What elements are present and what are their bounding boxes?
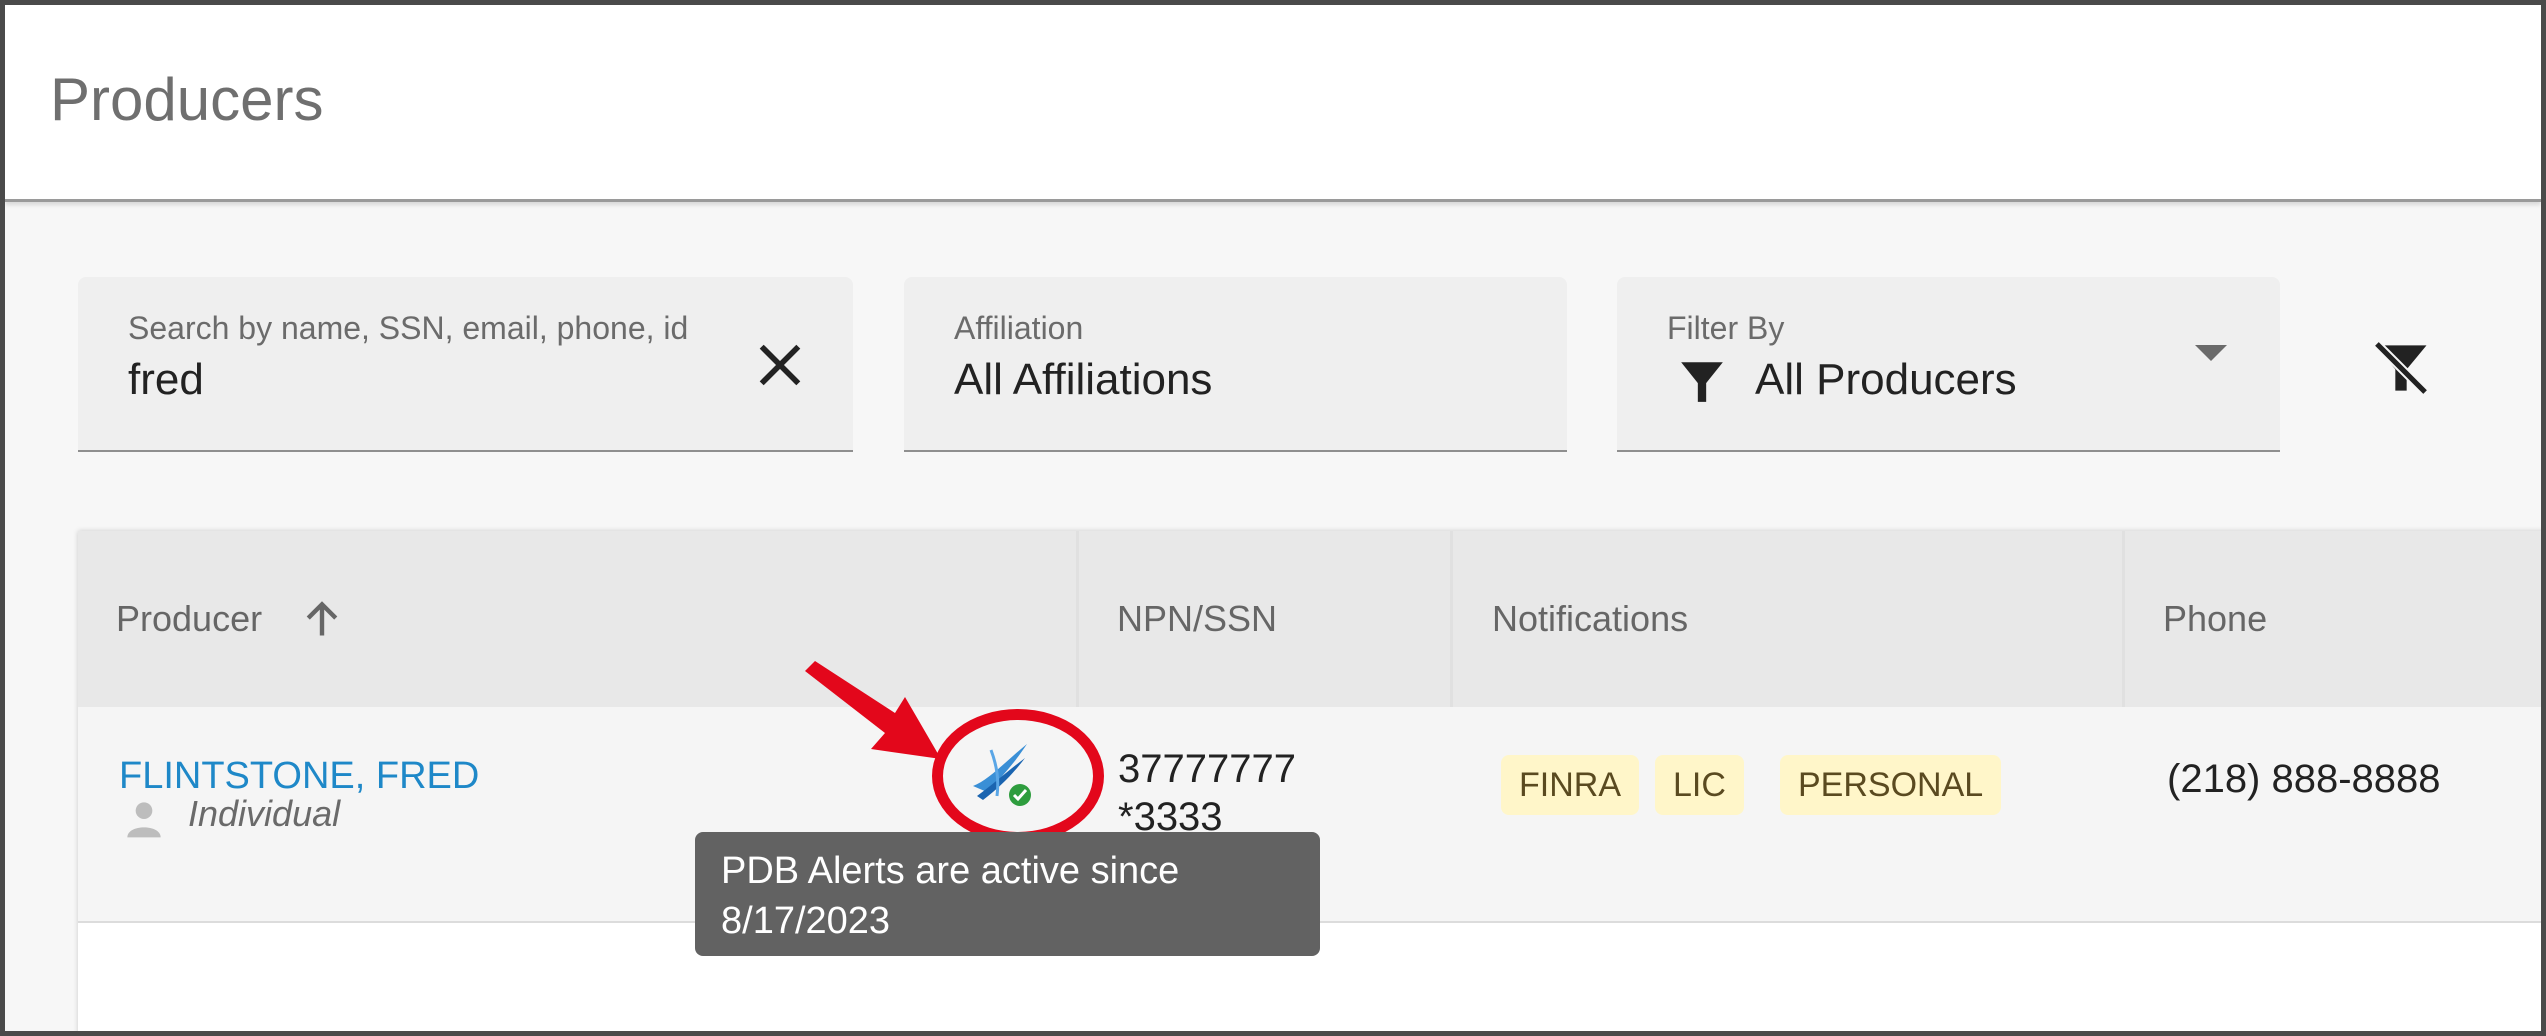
page-title: Producers <box>50 66 324 133</box>
arrow-icon <box>805 661 941 759</box>
tooltip-line: PDB Alerts are active since <box>721 850 1180 892</box>
funnel-icon <box>1681 362 1723 402</box>
filter-value: All Producers <box>1755 355 2017 404</box>
notification-badge: FINRA <box>1501 755 1639 815</box>
producer-type: Individual <box>188 793 341 834</box>
tooltip-line: 8/17/2023 <box>721 900 891 942</box>
notification-badge: PERSONAL <box>1780 755 2002 815</box>
chevron-down-icon[interactable] <box>2195 345 2227 361</box>
app-window: Producers Search by name, SSN, email, ph… <box>0 0 2546 1036</box>
phone-value: (218) 888-8888 <box>2167 757 2441 801</box>
highlight-ring <box>932 709 1104 843</box>
column-header-producer[interactable]: Producer <box>116 531 262 707</box>
filter-select[interactable]: Filter By All Producers <box>1617 277 2280 452</box>
page-header: Producers <box>5 5 2541 202</box>
search-label: Search by name, SSN, email, phone, id <box>128 310 689 346</box>
notification-badge: LIC <box>1655 755 1744 815</box>
producers-table: Producer NPN/SSN Notifications Phone FLI… <box>78 531 2541 1031</box>
arrow-up-icon[interactable] <box>300 597 344 641</box>
clear-filter-icon[interactable] <box>2367 334 2435 402</box>
affiliation-select[interactable]: Affiliation All Affiliations <box>904 277 1567 452</box>
affiliation-value: All Affiliations <box>954 355 1213 404</box>
npn-ssn-cell: 37777777 *3333 <box>1118 745 1296 841</box>
search-field[interactable]: Search by name, SSN, email, phone, id fr… <box>78 277 853 452</box>
column-header-npn-ssn[interactable]: NPN/SSN <box>1117 531 1277 707</box>
filter-label: Filter By <box>1667 310 1785 346</box>
npn-value: 37777777 <box>1118 747 1296 791</box>
close-icon[interactable] <box>752 337 808 393</box>
person-icon <box>127 802 161 838</box>
tooltip: PDB Alerts are active since 8/17/2023 <box>695 832 1320 956</box>
column-header-notifications[interactable]: Notifications <box>1492 531 1688 707</box>
search-input[interactable]: fred <box>128 355 204 405</box>
table-header: Producer NPN/SSN Notifications Phone <box>78 531 2541 707</box>
affiliation-label: Affiliation <box>954 310 1084 346</box>
producer-name-link[interactable]: FLINTSTONE, FRED <box>119 755 479 798</box>
column-header-phone[interactable]: Phone <box>2163 531 2267 707</box>
